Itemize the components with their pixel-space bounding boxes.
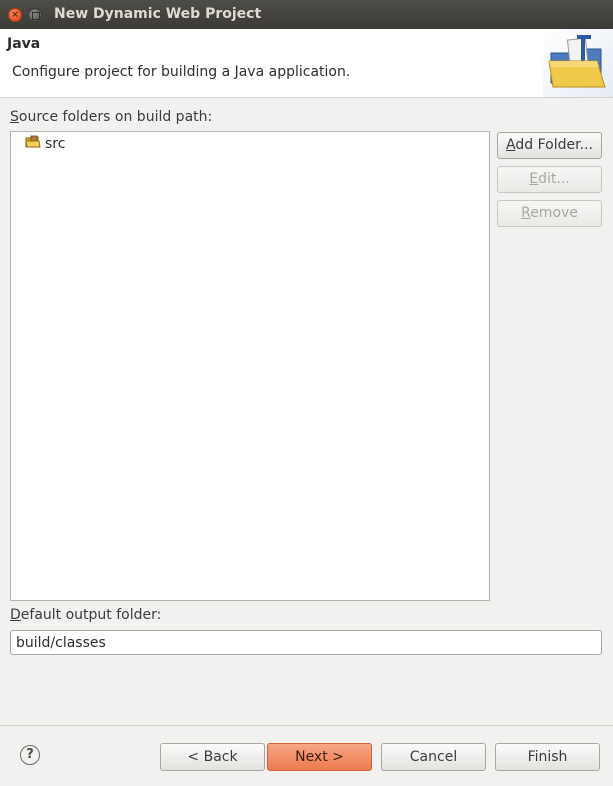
maximize-icon[interactable] [28, 8, 42, 22]
java-folder-banner-icon [543, 29, 613, 97]
finish-button[interactable]: Finish [495, 743, 600, 771]
edit-button[interactable]: Edit... [497, 166, 602, 193]
wizard-header: Java Configure project for building a Ja… [0, 29, 613, 98]
page-title: Java [7, 36, 41, 52]
remove-button[interactable]: Remove [497, 200, 602, 227]
help-icon[interactable]: ? [20, 745, 40, 765]
output-folder-label: Default output folder: [10, 607, 162, 623]
add-folder-button[interactable]: Add Folder... [497, 132, 602, 159]
list-item-label: src [45, 136, 66, 152]
output-folder-input[interactable] [10, 630, 602, 655]
list-item[interactable]: src [25, 135, 65, 153]
back-button[interactable]: < Back [160, 743, 265, 771]
cancel-button[interactable]: Cancel [381, 743, 486, 771]
page-description: Configure project for building a Java ap… [12, 64, 351, 80]
window-title: New Dynamic Web Project [54, 6, 262, 22]
package-folder-icon [25, 135, 41, 153]
close-icon[interactable]: × [8, 8, 22, 22]
title-bar: × New Dynamic Web Project [0, 0, 613, 30]
source-folders-list[interactable]: src [10, 131, 490, 601]
footer-divider [0, 725, 613, 726]
next-button[interactable]: Next > [267, 743, 372, 771]
source-folders-label: Source folders on build path: [10, 109, 213, 125]
